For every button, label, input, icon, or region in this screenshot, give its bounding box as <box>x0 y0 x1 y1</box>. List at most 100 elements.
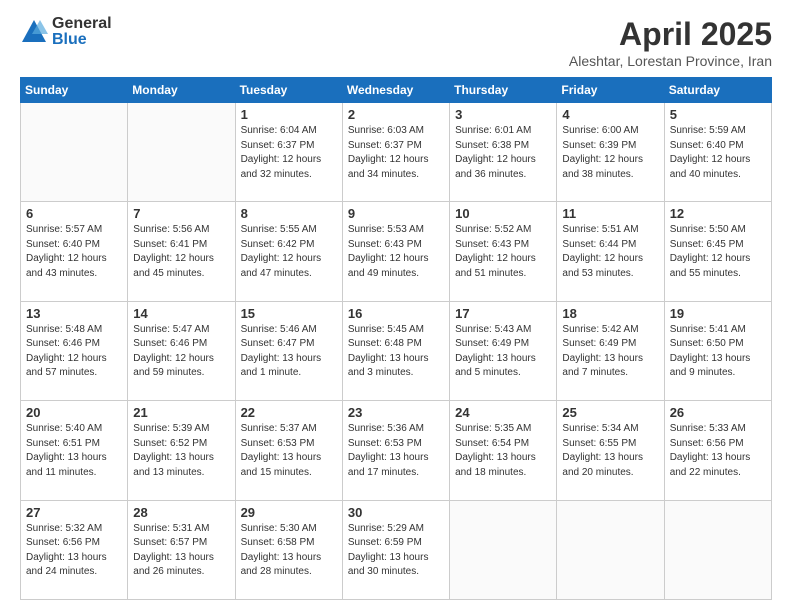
logo-general: General <box>52 16 112 32</box>
calendar-header-sunday: Sunday <box>21 78 128 103</box>
calendar-cell: 1Sunrise: 6:04 AM Sunset: 6:37 PM Daylig… <box>235 103 342 202</box>
calendar-cell: 20 Sunrise: 5:40 AM Sunset: 6:51 PM Dayli… <box>21 401 128 500</box>
day-number: 12 <box>670 206 767 221</box>
day-number: 19 <box>670 306 767 321</box>
day-info: Sunrise: 5:32 AM Sunset: 6:56 PM Dayligh… <box>26 522 123 580</box>
calendar-cell <box>21 103 128 202</box>
day-number: 7 <box>133 206 230 221</box>
calendar-cell: 12 Sunrise: 5:50 AM Sunset: 6:45 PM Dayli… <box>664 202 771 301</box>
calendar-header-friday: Friday <box>557 78 664 103</box>
day-info: Sunrise: 5:30 AM Sunset: 6:58 PM Dayligh… <box>241 522 338 580</box>
day-info: Sunrise: 5:50 AM Sunset: 6:45 PM Dayligh… <box>670 223 767 281</box>
calendar-cell: 17 Sunrise: 5:43 AM Sunset: 6:49 PM Dayli… <box>450 301 557 400</box>
calendar-cell: 14 Sunrise: 5:47 AM Sunset: 6:46 PM Dayli… <box>128 301 235 400</box>
day-number: 5 <box>670 107 767 122</box>
calendar-cell: 19 Sunrise: 5:41 AM Sunset: 6:50 PM Dayli… <box>664 301 771 400</box>
day-number: 11 <box>562 206 659 221</box>
day-info: Sunrise: 5:51 AM Sunset: 6:44 PM Dayligh… <box>562 223 659 281</box>
calendar-cell: 4Sunrise: 6:00 AM Sunset: 6:39 PM Daylig… <box>557 103 664 202</box>
day-info: Sunrise: 5:56 AM Sunset: 6:41 PM Dayligh… <box>133 223 230 281</box>
day-number: 4 <box>562 107 659 122</box>
calendar-cell: 6 Sunrise: 5:57 AM Sunset: 6:40 PM Daylig… <box>21 202 128 301</box>
day-info: Sunrise: 5:47 AM Sunset: 6:46 PM Dayligh… <box>133 323 230 381</box>
day-number: 9 <box>348 206 445 221</box>
day-number: 18 <box>562 306 659 321</box>
calendar-cell <box>128 103 235 202</box>
logo-text: General Blue <box>52 16 112 48</box>
day-number: 22 <box>241 405 338 420</box>
day-number: 14 <box>133 306 230 321</box>
main-title: April 2025 <box>569 16 772 53</box>
day-info: Sunrise: 5:34 AM Sunset: 6:55 PM Dayligh… <box>562 422 659 480</box>
day-number: 17 <box>455 306 552 321</box>
day-info: Sunrise: 5:55 AM Sunset: 6:42 PM Dayligh… <box>241 223 338 281</box>
day-info: Sunrise: 5:39 AM Sunset: 6:52 PM Dayligh… <box>133 422 230 480</box>
calendar-cell: 15 Sunrise: 5:46 AM Sunset: 6:47 PM Dayli… <box>235 301 342 400</box>
day-number: 13 <box>26 306 123 321</box>
calendar-table: SundayMondayTuesdayWednesdayThursdayFrid… <box>20 77 772 600</box>
day-number: 25 <box>562 405 659 420</box>
calendar-cell <box>664 500 771 599</box>
day-info: Sunrise: 6:04 AM Sunset: 6:37 PM Dayligh… <box>241 124 338 182</box>
calendar-header-saturday: Saturday <box>664 78 771 103</box>
calendar-cell <box>450 500 557 599</box>
logo-blue: Blue <box>52 32 112 48</box>
day-info: Sunrise: 5:29 AM Sunset: 6:59 PM Dayligh… <box>348 522 445 580</box>
day-number: 20 <box>26 405 123 420</box>
calendar-cell: 22 Sunrise: 5:37 AM Sunset: 6:53 PM Dayli… <box>235 401 342 500</box>
calendar-header-row: SundayMondayTuesdayWednesdayThursdayFrid… <box>21 78 772 103</box>
day-number: 24 <box>455 405 552 420</box>
day-info: Sunrise: 5:53 AM Sunset: 6:43 PM Dayligh… <box>348 223 445 281</box>
calendar-cell: 10 Sunrise: 5:52 AM Sunset: 6:43 PM Dayli… <box>450 202 557 301</box>
day-number: 27 <box>26 505 123 520</box>
day-info: Sunrise: 5:52 AM Sunset: 6:43 PM Dayligh… <box>455 223 552 281</box>
header: General Blue April 2025 Aleshtar, Lorest… <box>20 16 772 69</box>
day-info: Sunrise: 5:43 AM Sunset: 6:49 PM Dayligh… <box>455 323 552 381</box>
day-number: 2 <box>348 107 445 122</box>
day-number: 15 <box>241 306 338 321</box>
logo-icon <box>20 18 48 46</box>
calendar-cell: 3Sunrise: 6:01 AM Sunset: 6:38 PM Daylig… <box>450 103 557 202</box>
day-number: 3 <box>455 107 552 122</box>
subtitle: Aleshtar, Lorestan Province, Iran <box>569 53 772 69</box>
calendar-cell: 21Sunrise: 5:39 AM Sunset: 6:52 PM Dayli… <box>128 401 235 500</box>
day-info: Sunrise: 5:36 AM Sunset: 6:53 PM Dayligh… <box>348 422 445 480</box>
day-info: Sunrise: 5:40 AM Sunset: 6:51 PM Dayligh… <box>26 422 123 480</box>
day-number: 16 <box>348 306 445 321</box>
logo: General Blue <box>20 16 112 48</box>
day-info: Sunrise: 5:46 AM Sunset: 6:47 PM Dayligh… <box>241 323 338 381</box>
day-info: Sunrise: 5:37 AM Sunset: 6:53 PM Dayligh… <box>241 422 338 480</box>
day-info: Sunrise: 5:41 AM Sunset: 6:50 PM Dayligh… <box>670 323 767 381</box>
calendar-cell <box>557 500 664 599</box>
day-number: 28 <box>133 505 230 520</box>
calendar-cell: 26Sunrise: 5:33 AM Sunset: 6:56 PM Dayli… <box>664 401 771 500</box>
calendar-cell: 11 Sunrise: 5:51 AM Sunset: 6:44 PM Dayli… <box>557 202 664 301</box>
day-info: Sunrise: 5:48 AM Sunset: 6:46 PM Dayligh… <box>26 323 123 381</box>
calendar-header-monday: Monday <box>128 78 235 103</box>
calendar-cell: 28 Sunrise: 5:31 AM Sunset: 6:57 PM Dayli… <box>128 500 235 599</box>
calendar-week-1: 1Sunrise: 6:04 AM Sunset: 6:37 PM Daylig… <box>21 103 772 202</box>
day-number: 6 <box>26 206 123 221</box>
day-info: Sunrise: 5:45 AM Sunset: 6:48 PM Dayligh… <box>348 323 445 381</box>
day-info: Sunrise: 5:31 AM Sunset: 6:57 PM Dayligh… <box>133 522 230 580</box>
calendar-cell: 13 Sunrise: 5:48 AM Sunset: 6:46 PM Dayli… <box>21 301 128 400</box>
calendar-cell: 8Sunrise: 5:55 AM Sunset: 6:42 PM Daylig… <box>235 202 342 301</box>
day-number: 23 <box>348 405 445 420</box>
day-number: 10 <box>455 206 552 221</box>
calendar-cell: 27 Sunrise: 5:32 AM Sunset: 6:56 PM Dayli… <box>21 500 128 599</box>
day-info: Sunrise: 6:03 AM Sunset: 6:37 PM Dayligh… <box>348 124 445 182</box>
calendar-cell: 25 Sunrise: 5:34 AM Sunset: 6:55 PM Dayli… <box>557 401 664 500</box>
day-info: Sunrise: 5:57 AM Sunset: 6:40 PM Dayligh… <box>26 223 123 281</box>
calendar-week-3: 13 Sunrise: 5:48 AM Sunset: 6:46 PM Dayli… <box>21 301 772 400</box>
day-info: Sunrise: 5:59 AM Sunset: 6:40 PM Dayligh… <box>670 124 767 182</box>
calendar-week-2: 6 Sunrise: 5:57 AM Sunset: 6:40 PM Daylig… <box>21 202 772 301</box>
day-number: 30 <box>348 505 445 520</box>
calendar-cell: 5 Sunrise: 5:59 AM Sunset: 6:40 PM Daylig… <box>664 103 771 202</box>
title-block: April 2025 Aleshtar, Lorestan Province, … <box>569 16 772 69</box>
calendar-week-5: 27 Sunrise: 5:32 AM Sunset: 6:56 PM Dayli… <box>21 500 772 599</box>
calendar-cell: 18Sunrise: 5:42 AM Sunset: 6:49 PM Dayli… <box>557 301 664 400</box>
day-number: 26 <box>670 405 767 420</box>
page: General Blue April 2025 Aleshtar, Lorest… <box>0 0 792 612</box>
calendar-cell: 9 Sunrise: 5:53 AM Sunset: 6:43 PM Daylig… <box>342 202 449 301</box>
day-number: 29 <box>241 505 338 520</box>
